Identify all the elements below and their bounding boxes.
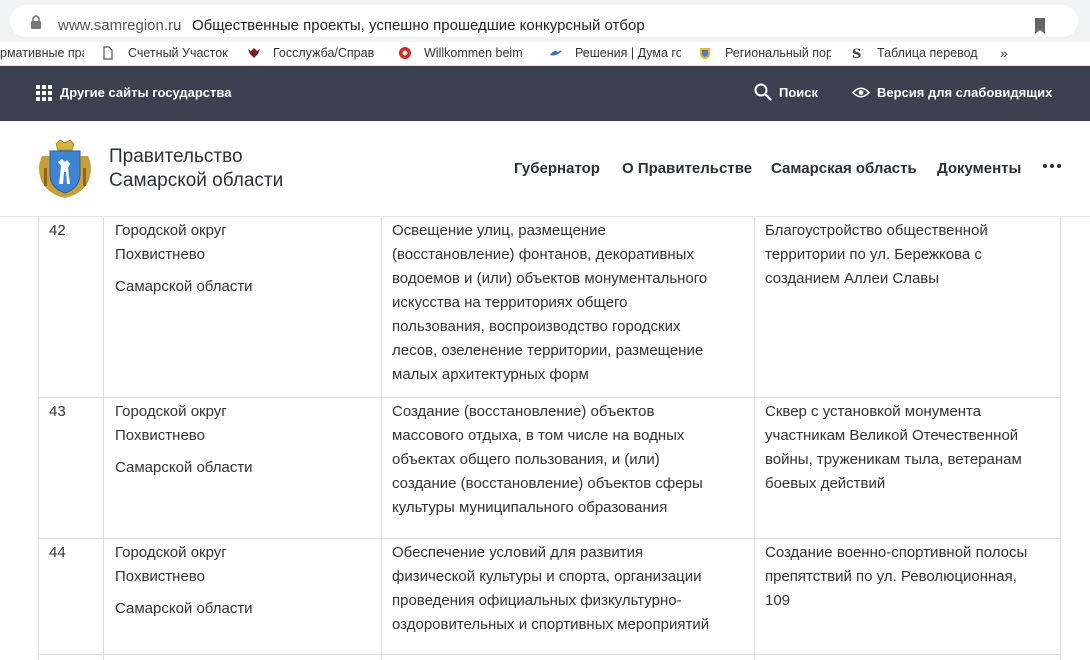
- project-cell: Сквер с установкой монумента участникам …: [755, 398, 1060, 538]
- table-row-partial: [39, 655, 1060, 660]
- project-cell: Создание военно-спортивной полосы препят…: [755, 539, 1060, 654]
- project-line: участникам Великой Отечественной: [765, 427, 1019, 444]
- category-line: малых архитектурных форм: [392, 366, 589, 383]
- category-line: Создание (восстановление) объектов: [392, 403, 655, 420]
- municipality-line: Похвистнево: [115, 568, 205, 585]
- row-number: 42: [49, 222, 66, 239]
- category-line: создание (восстановление) объектов сферы: [392, 475, 703, 492]
- nav-about-government[interactable]: О Правительстве: [622, 160, 752, 177]
- search-link[interactable]: Поиск: [779, 85, 818, 100]
- eagle-emblem-icon: [248, 48, 260, 58]
- bookmark-item[interactable]: Региональный пор: [725, 46, 831, 62]
- category-line: проведения официальных физкультурно-: [392, 592, 682, 609]
- accessible-version-link[interactable]: Версия для слабовидящих: [877, 85, 1052, 100]
- row-number-cell: 44: [39, 539, 104, 654]
- category-line: пользования, воспроизводство городских: [392, 318, 681, 335]
- url-domain[interactable]: www.samregion.ru: [58, 17, 181, 34]
- organization-name[interactable]: Правительство Самарской области: [109, 145, 283, 193]
- lock-icon[interactable]: [30, 15, 42, 29]
- project-line: войны, труженикам тыла, ветеранам: [765, 451, 1022, 468]
- category-cell: [382, 655, 755, 660]
- bird-logo-icon: [550, 50, 562, 56]
- row-number: 44: [49, 544, 66, 561]
- category-line: Освещение улиц, размещение: [392, 222, 606, 239]
- category-line: культуры муниципального образования: [392, 499, 668, 516]
- nav-samara-region[interactable]: Самарская область: [771, 160, 917, 177]
- nav-governor[interactable]: Губернатор: [514, 160, 600, 177]
- row-number-cell: [39, 655, 104, 660]
- category-line: физической культуры и спорта, организаци…: [392, 568, 702, 585]
- bookmark-item[interactable]: Решения | Дума го: [575, 46, 681, 62]
- category-cell: Создание (восстановление) объектов массо…: [382, 398, 755, 538]
- table-row: 43 Городской округ Похвистнево Самарской…: [39, 398, 1060, 539]
- site-header: Правительство Самарской области Губернат…: [0, 121, 1090, 217]
- table-row: 42 Городской округ Похвистнево Самарской…: [39, 217, 1060, 398]
- category-line: оздоровительных и спортивных мероприятий: [392, 616, 710, 633]
- project-cell: [755, 655, 1060, 660]
- category-line: лесов, озеленение территории, размещение: [392, 342, 704, 359]
- municipality-line: Городской округ: [115, 403, 227, 420]
- other-sites-link[interactable]: Другие сайты государства: [60, 85, 231, 100]
- org-name-line2: Самарской области: [109, 170, 284, 191]
- municipality-line: Городской округ: [115, 222, 227, 239]
- row-number: 43: [49, 403, 66, 420]
- category-cell: Освещение улиц, размещение (восстановлен…: [382, 217, 755, 397]
- document-icon: [103, 46, 113, 60]
- row-number-cell: 43: [39, 398, 104, 538]
- omnibox[interactable]: www.samregion.ru Общественные проекты, у…: [10, 5, 1078, 37]
- red-emblem-icon: [399, 47, 411, 59]
- row-number-cell: 42: [39, 217, 104, 397]
- search-icon[interactable]: [754, 83, 772, 101]
- municipality-cell: [104, 655, 382, 660]
- bookmarks-overflow-button[interactable]: »: [1000, 46, 1016, 62]
- municipality-cell: Городской округ Похвистнево Самарской об…: [104, 398, 382, 538]
- bookmark-item[interactable]: рмативные пра: [0, 46, 84, 62]
- municipality-line: Городской округ: [115, 544, 227, 561]
- project-line: территории по ул. Бережкова с: [765, 246, 982, 263]
- category-line: массового отдыха, в том числе на водных: [392, 427, 685, 444]
- bookmark-item[interactable]: Счетный Участок: [128, 46, 234, 62]
- project-line: созданием Аллеи Славы: [765, 270, 940, 287]
- projects-table: 42 Городской округ Похвистнево Самарской…: [38, 217, 1061, 660]
- more-menu-icon[interactable]: [1043, 164, 1061, 169]
- category-line: (восстановление) фонтанов, декоративных: [392, 246, 694, 263]
- category-cell: Обеспечение условий для развития физичес…: [382, 539, 755, 654]
- url-page-title[interactable]: Общественные проекты, успешно прошедшие …: [192, 17, 645, 34]
- bookmark-icon[interactable]: [1034, 18, 1046, 34]
- category-line: Обеспечение условий для развития: [392, 544, 644, 561]
- s-logo-icon: S: [852, 47, 861, 60]
- project-cell: Благоустройство общественной территории …: [755, 217, 1060, 397]
- bookmark-item[interactable]: Таблица перевод: [877, 46, 985, 62]
- category-line: искусства на территориях общего: [392, 294, 628, 311]
- svg-text:S: S: [852, 47, 861, 60]
- browser-address-bar: www.samregion.ru Общественные проекты, у…: [0, 0, 1090, 42]
- project-line: Сквер с установкой монумента: [765, 403, 982, 420]
- nav-documents[interactable]: Документы: [937, 160, 1021, 177]
- municipality-line: Похвистнево: [115, 427, 205, 444]
- municipality-line: Самарской области: [115, 459, 253, 476]
- regional-emblem-icon: [700, 48, 710, 59]
- category-line: объектах общего пользования, и (или): [392, 451, 660, 468]
- bookmark-item[interactable]: Willkommen beim: [424, 46, 530, 62]
- bookmarks-bar: рмативные пра Счетный Участок Госслужба/…: [0, 42, 1090, 66]
- municipality-line: Самарской области: [115, 600, 253, 617]
- eye-icon[interactable]: [852, 86, 870, 99]
- project-line: Благоустройство общественной: [765, 222, 988, 239]
- municipality-cell: Городской округ Похвистнево Самарской об…: [104, 539, 382, 654]
- bookmark-item[interactable]: Госслужба/Справ: [273, 46, 379, 62]
- category-line: водоемов и (или) объектов монументальног…: [392, 270, 708, 287]
- table-row: 44 Городской округ Похвистнево Самарской…: [39, 539, 1060, 655]
- project-line: Создание военно-спортивной полосы: [765, 544, 1028, 561]
- municipality-line: Самарской области: [115, 278, 253, 295]
- project-line: препятствий по ул. Революционная,: [765, 568, 1017, 585]
- municipality-cell: Городской округ Похвистнево Самарской об…: [104, 217, 382, 397]
- project-line: 109: [765, 592, 791, 609]
- project-line: боевых действий: [765, 475, 886, 492]
- org-name-line1: Правительство: [109, 146, 243, 167]
- coat-of-arms-logo[interactable]: [34, 138, 96, 200]
- municipality-line: Похвистнево: [115, 246, 205, 263]
- apps-grid-icon[interactable]: [36, 85, 53, 102]
- site-top-bar: Другие сайты государства Поиск Версия дл…: [0, 66, 1090, 121]
